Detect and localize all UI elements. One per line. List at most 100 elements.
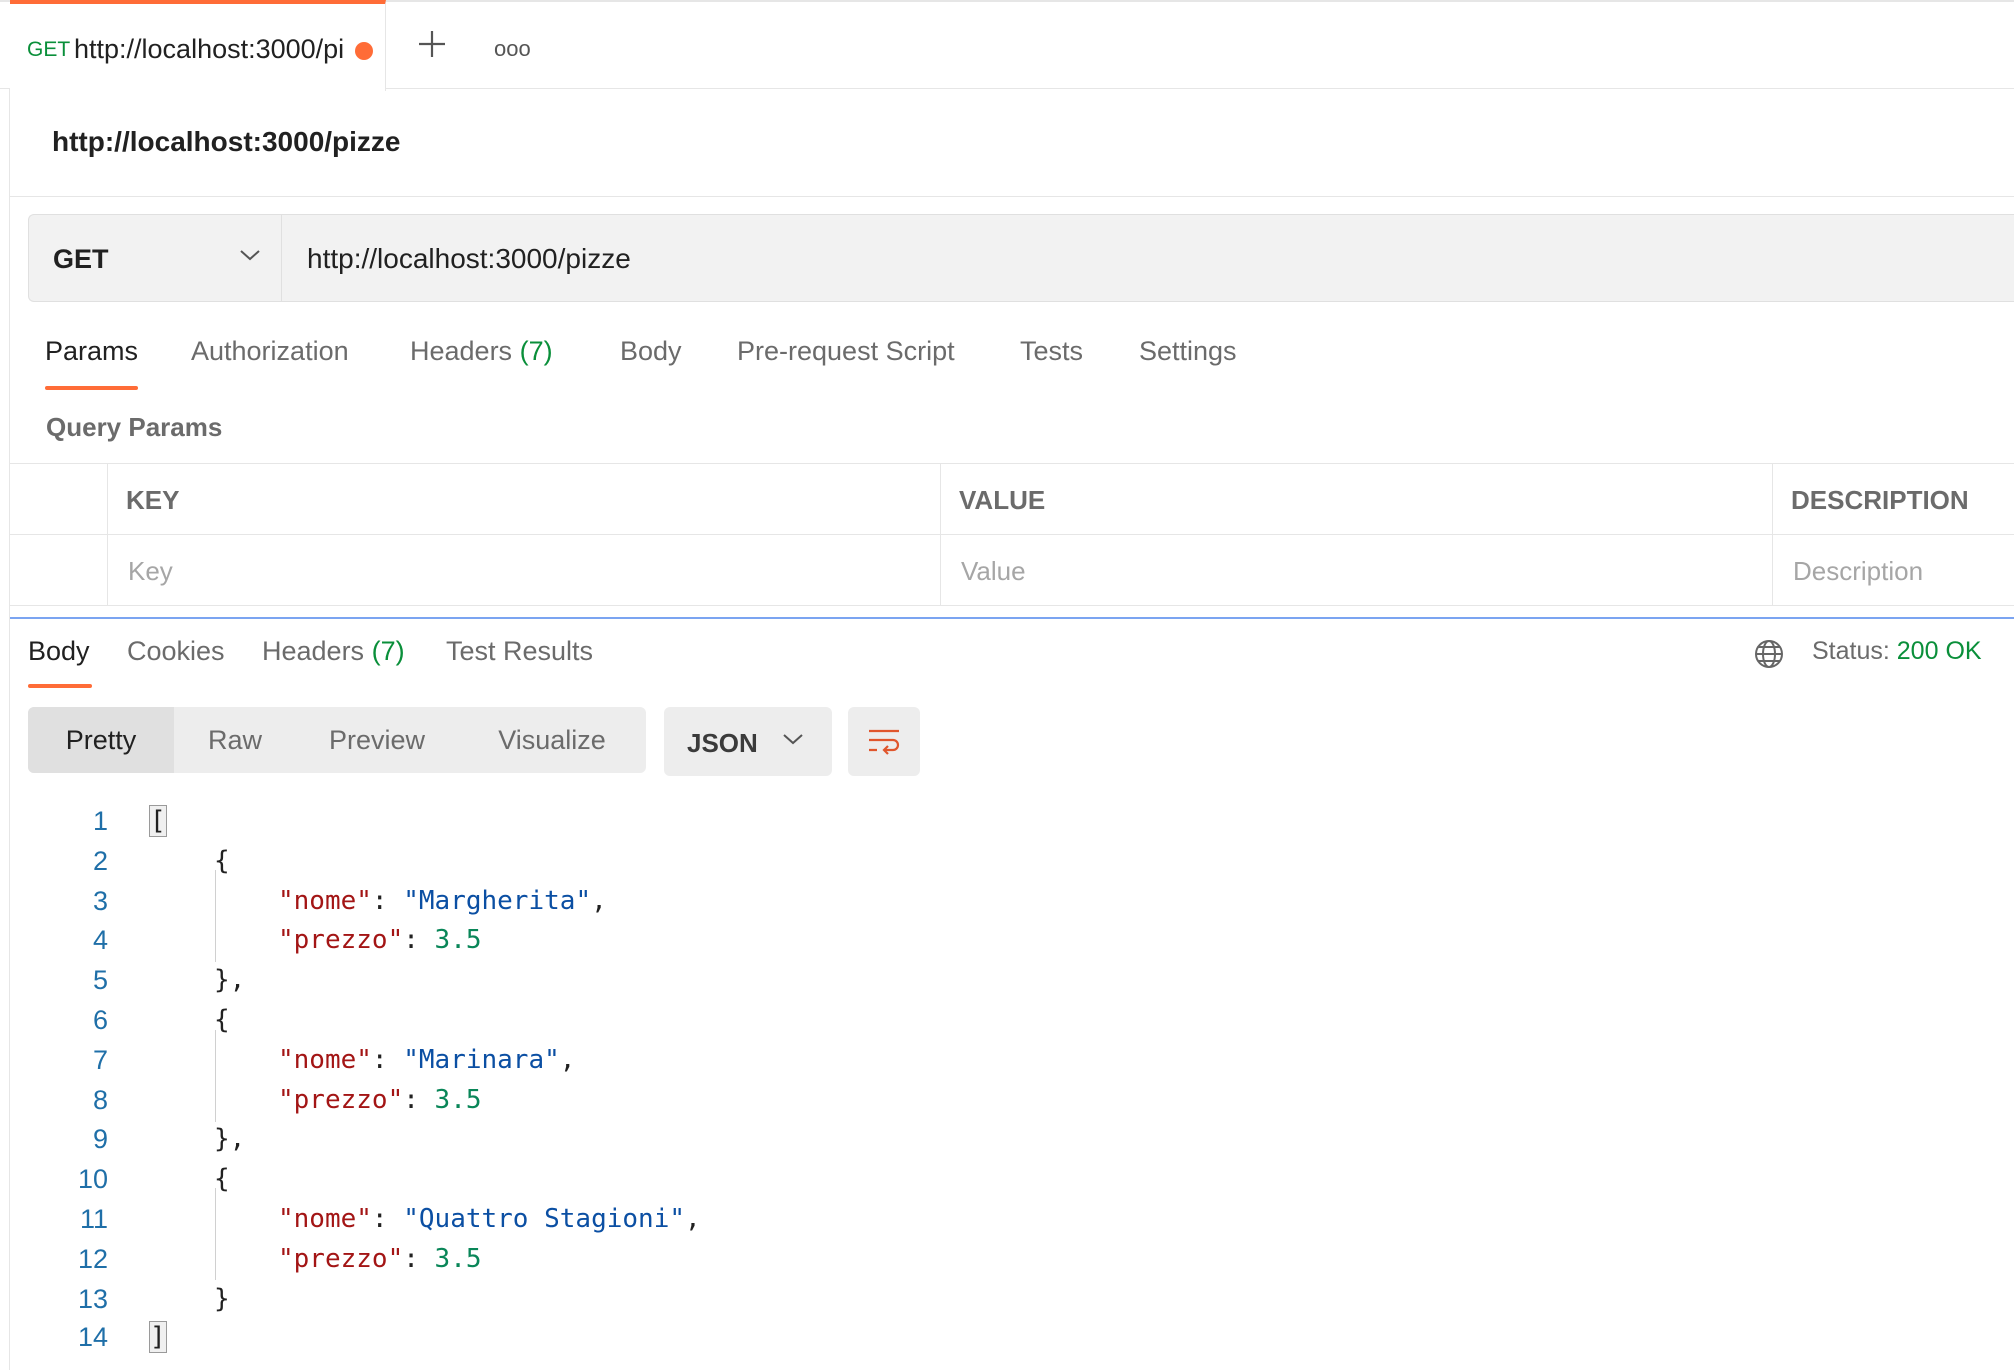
- format-label: JSON: [687, 728, 758, 758]
- tab-count: (7): [371, 636, 405, 666]
- json-key: "nome": [278, 1045, 372, 1075]
- line-number: 14: [77, 1322, 108, 1352]
- response-body-viewer[interactable]: 1 2 3 4 5 6 7 8 9 10 11 12 13 14 [ { "no…: [0, 800, 2014, 1360]
- json-string: "Margherita": [403, 886, 592, 916]
- tab-label: Params: [45, 336, 139, 366]
- header-label: VALUE: [959, 485, 1046, 515]
- view-raw[interactable]: Raw: [174, 707, 296, 773]
- json-string-value: Margherita: [418, 886, 576, 916]
- description-input[interactable]: Description: [1772, 535, 2014, 606]
- tab-headers[interactable]: Headers (7): [410, 336, 553, 367]
- plus-icon[interactable]: [416, 28, 448, 60]
- tab-params[interactable]: Params: [45, 336, 138, 367]
- line-number: 2: [92, 846, 108, 876]
- code-line: {: [214, 1005, 230, 1035]
- tab-pre-request-script[interactable]: Pre-request Script: [737, 336, 955, 367]
- tab-label: Body: [28, 636, 90, 666]
- code-line: [: [149, 805, 167, 837]
- status-text: Status: 200 OK: [1812, 637, 1982, 666]
- tab-count: (7): [519, 336, 553, 366]
- status-label: Status:: [1812, 637, 1890, 665]
- code-line: {: [214, 1164, 230, 1194]
- format-select[interactable]: JSON: [664, 707, 832, 776]
- indent-guide: [215, 870, 216, 962]
- tab-body[interactable]: Body: [620, 336, 682, 367]
- json-number: 3.5: [434, 1244, 482, 1274]
- json-string-value: Quattro Stagioni: [418, 1204, 670, 1234]
- line-number: 10: [77, 1164, 108, 1194]
- view-preview[interactable]: Preview: [296, 707, 458, 773]
- line-number: 1: [92, 806, 108, 836]
- tab-tests[interactable]: Tests: [1020, 336, 1083, 367]
- table-header-row: KEY VALUE DESCRIPTION: [10, 464, 2014, 535]
- wrap-lines-button[interactable]: [848, 707, 920, 776]
- line-number: 3: [92, 886, 108, 916]
- code-line: "prezzo": 3.5: [278, 925, 482, 955]
- header-label: DESCRIPTION: [1791, 485, 1969, 515]
- tab-strip: GET http://localhost:3000/pizze ooo: [0, 0, 2014, 91]
- key-input[interactable]: Key: [107, 535, 940, 606]
- indent-guide: [215, 1030, 216, 1122]
- header-label: KEY: [126, 485, 180, 515]
- json-key: "prezzo": [278, 1085, 404, 1115]
- tab-label: Test Results: [446, 636, 594, 666]
- chevron-down-icon: [240, 250, 260, 261]
- tab-authorization[interactable]: Authorization: [191, 336, 349, 367]
- view-visualize[interactable]: Visualize: [458, 707, 646, 773]
- tab-label: Cookies: [127, 636, 225, 666]
- tab-label: Headers: [410, 336, 513, 366]
- json-key: "nome": [278, 886, 372, 916]
- code-line: "prezzo": 3.5: [278, 1085, 482, 1115]
- method-label: GET: [53, 244, 109, 274]
- description-placeholder: Description: [1793, 556, 1924, 586]
- code-line: ]: [149, 1321, 167, 1353]
- json-string: "Marinara": [403, 1045, 560, 1075]
- tab-response-headers[interactable]: Headers (7): [262, 636, 405, 667]
- line-number: 7: [92, 1045, 108, 1075]
- line-number: 9: [92, 1124, 108, 1154]
- tab-response-body[interactable]: Body: [28, 636, 90, 667]
- code-line: },: [214, 965, 246, 995]
- tab-label: Tests: [1020, 336, 1084, 366]
- active-tab-underline: [45, 386, 138, 390]
- globe-icon[interactable]: [1753, 638, 1785, 670]
- request-tab[interactable]: GET http://localhost:3000/pizze: [10, 0, 386, 91]
- json-key: "prezzo": [278, 1244, 404, 1274]
- json-number: 3.5: [434, 1085, 482, 1115]
- tab-cookies[interactable]: Cookies: [127, 636, 225, 667]
- unsaved-indicator: [355, 42, 373, 60]
- url-bar: GET http://localhost:3000/pizze: [28, 214, 2014, 302]
- code-line: "nome": "Margherita",: [278, 886, 607, 916]
- wrap-lines-icon: [869, 729, 900, 755]
- json-string: "Quattro Stagioni": [403, 1204, 685, 1234]
- more-horizontal-icon[interactable]: ooo: [494, 36, 531, 62]
- divider: [10, 196, 2014, 197]
- query-params-title: Query Params: [46, 412, 223, 442]
- request-title[interactable]: http://localhost:3000/pizze: [52, 126, 401, 158]
- view-mode-switch: Pretty Raw Preview Visualize: [28, 707, 646, 773]
- code-line: "nome": "Quattro Stagioni",: [278, 1204, 701, 1234]
- tab-test-results[interactable]: Test Results: [446, 636, 593, 667]
- line-number: 6: [92, 1005, 108, 1035]
- view-pretty[interactable]: Pretty: [28, 707, 174, 773]
- method-select[interactable]: GET: [29, 215, 282, 301]
- value-placeholder: Value: [961, 556, 1026, 586]
- line-number: 5: [92, 965, 108, 995]
- line-number: 8: [92, 1085, 108, 1115]
- line-number: 13: [77, 1284, 108, 1314]
- json-number: 3.5: [434, 925, 482, 955]
- tab-settings[interactable]: Settings: [1139, 336, 1237, 367]
- request-tabs: Params Authorization Headers (7) Body Pr…: [0, 336, 1400, 396]
- header-description: DESCRIPTION: [1772, 464, 2014, 535]
- tab-url: http://localhost:3000/pizze: [74, 34, 344, 64]
- tab-label: Body: [620, 336, 682, 366]
- query-params-table: KEY VALUE DESCRIPTION Key Value Descript…: [10, 463, 2014, 608]
- code-line: "nome": "Marinara",: [278, 1045, 576, 1075]
- pane-divider[interactable]: [10, 617, 2014, 619]
- url-input[interactable]: http://localhost:3000/pizze: [307, 243, 631, 275]
- key-placeholder: Key: [128, 556, 173, 586]
- line-number: 4: [92, 925, 108, 955]
- value-input[interactable]: Value: [940, 535, 1773, 606]
- active-tab-underline: [28, 684, 92, 688]
- line-number: 11: [79, 1204, 108, 1234]
